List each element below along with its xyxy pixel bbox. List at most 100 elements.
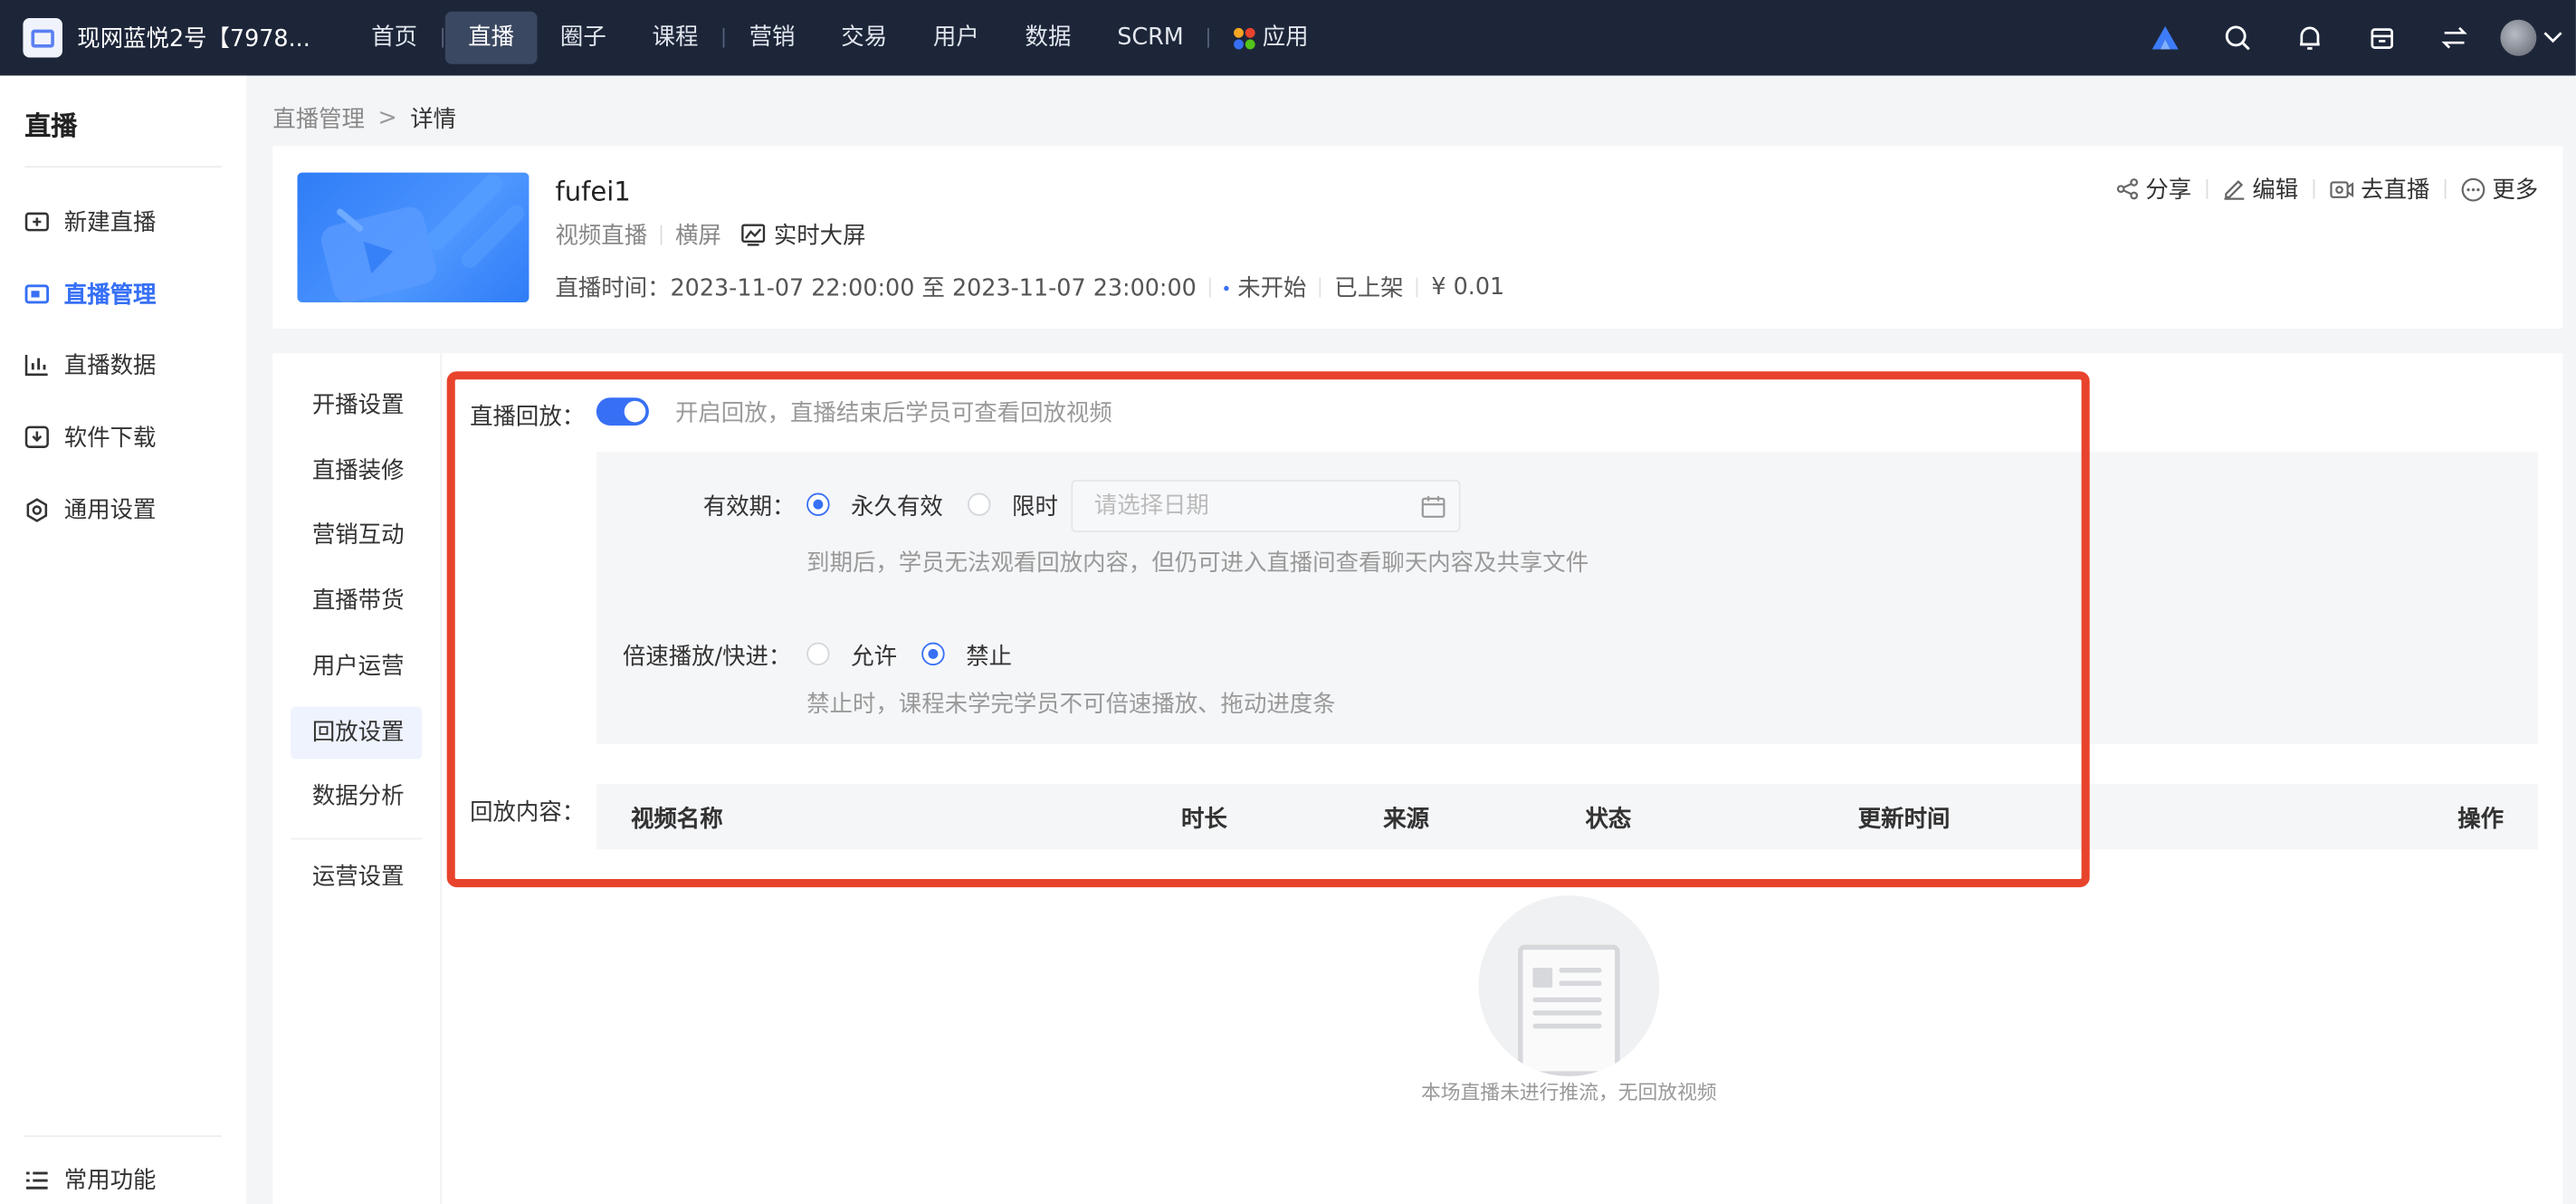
bar-chart-icon [24, 355, 48, 377]
subnav-decoration[interactable]: 直播装修 [291, 445, 422, 498]
speed-hint: 禁止时，课程未学完学员不可倍速播放、拖动进度条 [806, 692, 1336, 719]
edit-button[interactable]: 编辑 [2223, 173, 2298, 205]
sidebar-item-label: 新建直播 [63, 210, 157, 237]
sidebar-item-live-manage[interactable]: 直播管理 [24, 274, 156, 314]
date-placeholder: 请选择日期 [1093, 492, 1209, 520]
shelf-status: 已上架 [1334, 275, 1404, 302]
nav-users[interactable]: 用户 [911, 12, 1003, 64]
live-meta: 直播时间： 2023-11-07 22:00:00 至 2023-11-07 2… [555, 271, 1504, 303]
nav-trade[interactable]: 交易 [818, 12, 911, 64]
subnav-marketing[interactable]: 营销互动 [291, 510, 422, 562]
shop-logo-icon [23, 17, 62, 58]
nav-apps[interactable]: 应用 [1212, 12, 1331, 64]
apps-grid-icon [1234, 26, 1256, 49]
subnav-divider [291, 837, 423, 840]
live-time-label: 直播时间： [555, 275, 671, 302]
meta-divider [1209, 277, 1212, 298]
live-status: 未开始 [1237, 275, 1307, 302]
live-tags: 视频直播 横屏 实时大屏 [555, 218, 865, 251]
download-icon [24, 425, 49, 448]
left-sidebar: 直播 新建直播 直播管理 直播数据 软件下载 通用设置 常用功能 [0, 75, 247, 1204]
search-icon[interactable] [2201, 0, 2274, 75]
share-icon [2116, 178, 2139, 200]
breadcrumb-parent[interactable]: 直播管理 [272, 102, 365, 135]
monitor-chart-icon [741, 224, 766, 246]
sidebar-item-label: 软件下载 [63, 425, 157, 453]
empty-state-text: 本场直播未进行推流，无回放视频 [1420, 1081, 1717, 1104]
sidebar-item-settings[interactable]: 通用设置 [24, 490, 156, 530]
subnav-ops-settings[interactable]: 运营设置 [291, 851, 422, 903]
camera-icon [2330, 180, 2354, 197]
store-icon[interactable] [2346, 0, 2419, 75]
more-button[interactable]: 更多 [2461, 173, 2538, 205]
list-icon [26, 1171, 48, 1189]
col-duration: 时长 [1180, 807, 1227, 834]
shop-name: 现网蓝悦2号【7978... [77, 26, 310, 53]
subnav-replay-settings[interactable]: 回放设置 [291, 706, 423, 760]
sidebar-divider [24, 166, 223, 168]
subnav-user-ops[interactable]: 用户运营 [291, 641, 422, 693]
breadcrumb-separator: > [377, 105, 397, 132]
sidebar-item-new-live[interactable]: 新建直播 [24, 202, 156, 242]
share-button[interactable]: 分享 [2116, 173, 2191, 205]
replay-toggle[interactable] [596, 397, 649, 426]
live-summary-card: fufei1 视频直播 横屏 实时大屏 直播时间： 2023-11-07 22:… [272, 146, 2563, 329]
meta-divider [1319, 277, 1321, 298]
nav-live[interactable]: 直播 [444, 11, 538, 64]
meta-divider [1417, 277, 1418, 298]
nav-data[interactable]: 数据 [1002, 12, 1094, 64]
col-source: 来源 [1383, 807, 1430, 834]
brand-a-icon[interactable] [2129, 0, 2201, 75]
speed-forbid-radio[interactable] [921, 642, 945, 666]
replay-hint: 开启回放，直播结束后学员可查看回放视频 [674, 400, 1112, 427]
validity-limited-radio[interactable] [968, 492, 991, 516]
share-label: 分享 [2145, 177, 2192, 205]
speed-forbid-label[interactable]: 禁止 [966, 639, 1012, 672]
subnav-analytics[interactable]: 数据分析 [291, 770, 422, 823]
nav-marketing[interactable]: 营销 [726, 12, 818, 64]
expiry-date-input[interactable]: 请选择日期 [1071, 479, 1461, 533]
subnav-start-settings[interactable]: 开播设置 [291, 379, 422, 432]
settings-card: 开播设置 直播装修 营销互动 直播带货 用户运营 回放设置 数据分析 运营设置 … [272, 353, 2563, 1204]
speed-allow-label[interactable]: 允许 [851, 639, 897, 672]
validity-permanent-radio[interactable] [806, 492, 830, 516]
validity-permanent-label[interactable]: 永久有效 [851, 490, 943, 522]
nav-circle[interactable]: 圈子 [538, 12, 630, 64]
realtime-screen-link[interactable]: 实时大屏 [741, 218, 866, 251]
video-plus-icon [24, 212, 49, 232]
sidebar-item-common[interactable]: 常用功能 [24, 1160, 156, 1199]
more-dots-icon [2461, 177, 2485, 201]
switch-arrows-icon[interactable] [2419, 0, 2491, 75]
go-live-label: 去直播 [2361, 177, 2430, 205]
user-avatar[interactable] [2500, 19, 2537, 56]
speed-allow-radio[interactable] [806, 642, 830, 666]
edit-label: 编辑 [2252, 177, 2299, 205]
live-manage-icon [24, 284, 50, 304]
gear-icon [26, 497, 48, 521]
sidebar-item-live-data[interactable]: 直播数据 [24, 345, 156, 385]
live-price: ¥ 0.01 [1431, 274, 1505, 301]
action-divider [2444, 178, 2447, 199]
nav-scrm[interactable]: SCRM [1094, 12, 1207, 64]
replay-table-header: 视频名称 时长 来源 状态 更新时间 操作 [596, 783, 2539, 850]
tag-divider [660, 225, 663, 245]
action-divider [2313, 178, 2315, 199]
sidebar-item-label: 直播管理 [63, 282, 157, 310]
calendar-icon [1421, 496, 1445, 518]
top-navbar: 现网蓝悦2号【7978... 首页 直播 圈子 课程 营销 交易 用户 数据 S… [0, 0, 2576, 76]
nav-divider [442, 27, 444, 48]
validity-label: 有效期： [702, 494, 796, 521]
validity-limited-label[interactable]: 限时 [1012, 490, 1058, 522]
nav-home[interactable]: 首页 [348, 12, 441, 64]
chevron-down-icon[interactable] [2543, 31, 2563, 44]
live-title: fufei1 [555, 176, 631, 207]
status-dot [1224, 284, 1230, 291]
col-status: 状态 [1585, 807, 1632, 834]
go-live-button[interactable]: 去直播 [2330, 173, 2430, 205]
nav-divider [1207, 27, 1210, 48]
shop-switcher[interactable]: 现网蓝悦2号【7978... [23, 17, 341, 58]
bell-icon[interactable] [2274, 0, 2346, 75]
subnav-live-selling[interactable]: 直播带货 [291, 575, 422, 627]
sidebar-item-download[interactable]: 软件下载 [24, 417, 156, 457]
nav-course[interactable]: 课程 [629, 12, 721, 64]
